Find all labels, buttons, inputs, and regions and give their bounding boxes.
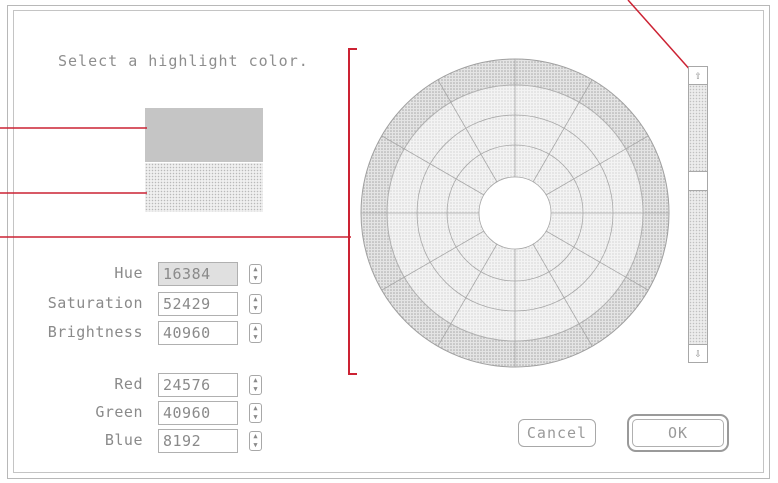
scroll-down-arrow-icon[interactable]: ⇩ xyxy=(689,344,707,362)
scroll-up-arrow-icon[interactable]: ⇧ xyxy=(689,67,707,85)
wheel-bracket xyxy=(348,48,357,375)
scroll-thumb[interactable] xyxy=(689,171,707,191)
brightness-scrollbar[interactable]: ⇧ ⇩ xyxy=(688,66,708,363)
cancel-button[interactable]: Cancel xyxy=(518,419,596,447)
ok-button[interactable]: OK xyxy=(627,414,729,452)
color-wheel[interactable] xyxy=(360,58,670,368)
ok-button-label: OK xyxy=(632,419,724,447)
